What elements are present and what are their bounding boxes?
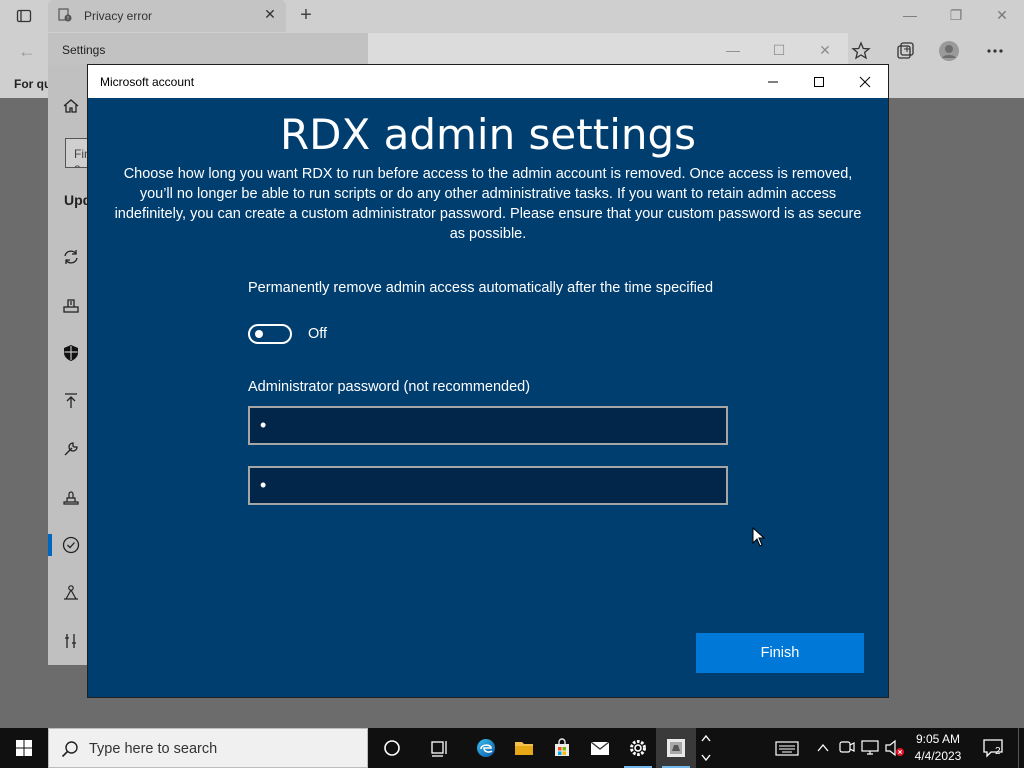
toggle-knob xyxy=(255,330,263,338)
browser-restore-button[interactable]: ❐ xyxy=(944,4,968,26)
confirm-password-field[interactable]: • xyxy=(248,466,728,505)
settings-minimize-button[interactable]: — xyxy=(722,39,744,61)
mouse-pointer-icon xyxy=(752,526,766,547)
settings-title: Settings xyxy=(62,43,106,57)
meet-now-icon[interactable] xyxy=(838,728,856,768)
profile-avatar-icon[interactable] xyxy=(938,40,960,62)
file-explorer-icon[interactable] xyxy=(504,728,544,768)
settings-icon[interactable] xyxy=(618,728,658,768)
browser-close-button[interactable]: ✕ xyxy=(990,4,1014,26)
browser-minimize-button[interactable]: — xyxy=(898,4,922,26)
close-tab-icon[interactable]: ✕ xyxy=(262,6,278,22)
network-icon[interactable] xyxy=(860,728,880,768)
dialog-description: Choose how long you want RDX to run befo… xyxy=(114,166,862,242)
clock-time[interactable]: 9:05 AM xyxy=(908,732,968,746)
toggle-state-text: Off xyxy=(308,326,328,342)
delivery-optimization-icon[interactable] xyxy=(62,296,80,314)
dialog-maximize-button[interactable] xyxy=(796,65,842,98)
windows-update-icon[interactable] xyxy=(62,248,80,266)
admin-password-field[interactable]: • xyxy=(248,406,728,445)
cortana-icon[interactable] xyxy=(372,728,412,768)
taskbar-scroll-arrows-icon[interactable] xyxy=(698,728,714,768)
chevron-up-icon[interactable] xyxy=(814,728,832,768)
dialog-heading: RDX admin settings xyxy=(279,110,697,159)
favorite-star-icon[interactable] xyxy=(850,40,872,62)
volume-muted-icon[interactable] xyxy=(884,728,906,768)
search-icon xyxy=(61,740,79,758)
settings-close-button[interactable]: ✕ xyxy=(814,39,836,61)
recovery-icon[interactable] xyxy=(62,488,80,506)
back-button[interactable]: ← xyxy=(16,40,38,62)
troubleshoot-wrench-icon[interactable] xyxy=(62,440,80,458)
nav-selected-indicator xyxy=(48,534,52,556)
find-my-device-icon[interactable] xyxy=(62,584,80,602)
for-developers-icon[interactable] xyxy=(62,632,80,650)
backup-icon[interactable] xyxy=(62,392,80,410)
clock-date[interactable]: 4/4/2023 xyxy=(908,749,968,763)
taskbar: Type here to search 9:05 AM 4/4/2023 2 xyxy=(0,728,1024,768)
collections-icon[interactable] xyxy=(894,40,916,62)
auto-remove-toggle[interactable] xyxy=(248,324,292,344)
dialog-titlebar: Microsoft account xyxy=(88,65,888,98)
finish-button[interactable]: Finish xyxy=(696,633,864,673)
activation-check-icon[interactable] xyxy=(62,536,80,554)
admin-password-label: Administrator password (not recommended) xyxy=(248,379,531,395)
tab-title: Privacy error xyxy=(84,9,153,23)
dialog-minimize-button[interactable] xyxy=(750,65,796,98)
notification-count: 2 xyxy=(995,746,1001,757)
mail-icon[interactable] xyxy=(580,728,620,768)
task-view-icon[interactable] xyxy=(420,728,460,768)
svg-text:!: ! xyxy=(67,16,69,22)
windows-security-icon[interactable] xyxy=(62,344,80,362)
favorites-bar-label: For quick access xyxy=(14,77,48,91)
home-icon[interactable] xyxy=(62,97,80,115)
browser-tab[interactable]: ! Privacy error ✕ xyxy=(48,0,286,32)
more-menu-icon[interactable] xyxy=(984,40,1006,62)
tab-actions-icon[interactable] xyxy=(16,8,32,24)
edge-icon[interactable] xyxy=(466,728,506,768)
search-placeholder: Type here to search xyxy=(89,741,218,757)
browser-tabstrip: ! Privacy error ✕ + — ❐ ✕ xyxy=(0,0,1024,32)
show-desktop-button[interactable] xyxy=(1018,728,1024,768)
dialog-window-title: Microsoft account xyxy=(100,75,195,89)
settings-maximize-button[interactable]: ☐ xyxy=(768,39,790,61)
store-icon[interactable] xyxy=(542,728,582,768)
microsoft-account-dialog: Microsoft account RDX admin settings Cho… xyxy=(87,64,889,698)
auto-remove-toggle-label: Permanently remove admin access automati… xyxy=(248,280,714,296)
start-windows-icon[interactable] xyxy=(0,728,48,768)
app-icon[interactable] xyxy=(656,728,696,768)
taskbar-search-box[interactable]: Type here to search xyxy=(48,728,368,768)
dialog-close-button[interactable] xyxy=(842,65,888,98)
new-tab-button[interactable]: + xyxy=(296,4,316,26)
warning-page-icon: ! xyxy=(58,8,72,22)
dialog-body: RDX admin settings Choose how long you w… xyxy=(88,98,888,697)
settings-titlebar: Settings — ☐ ✕ xyxy=(48,33,848,65)
keyboard-icon[interactable] xyxy=(774,728,800,768)
